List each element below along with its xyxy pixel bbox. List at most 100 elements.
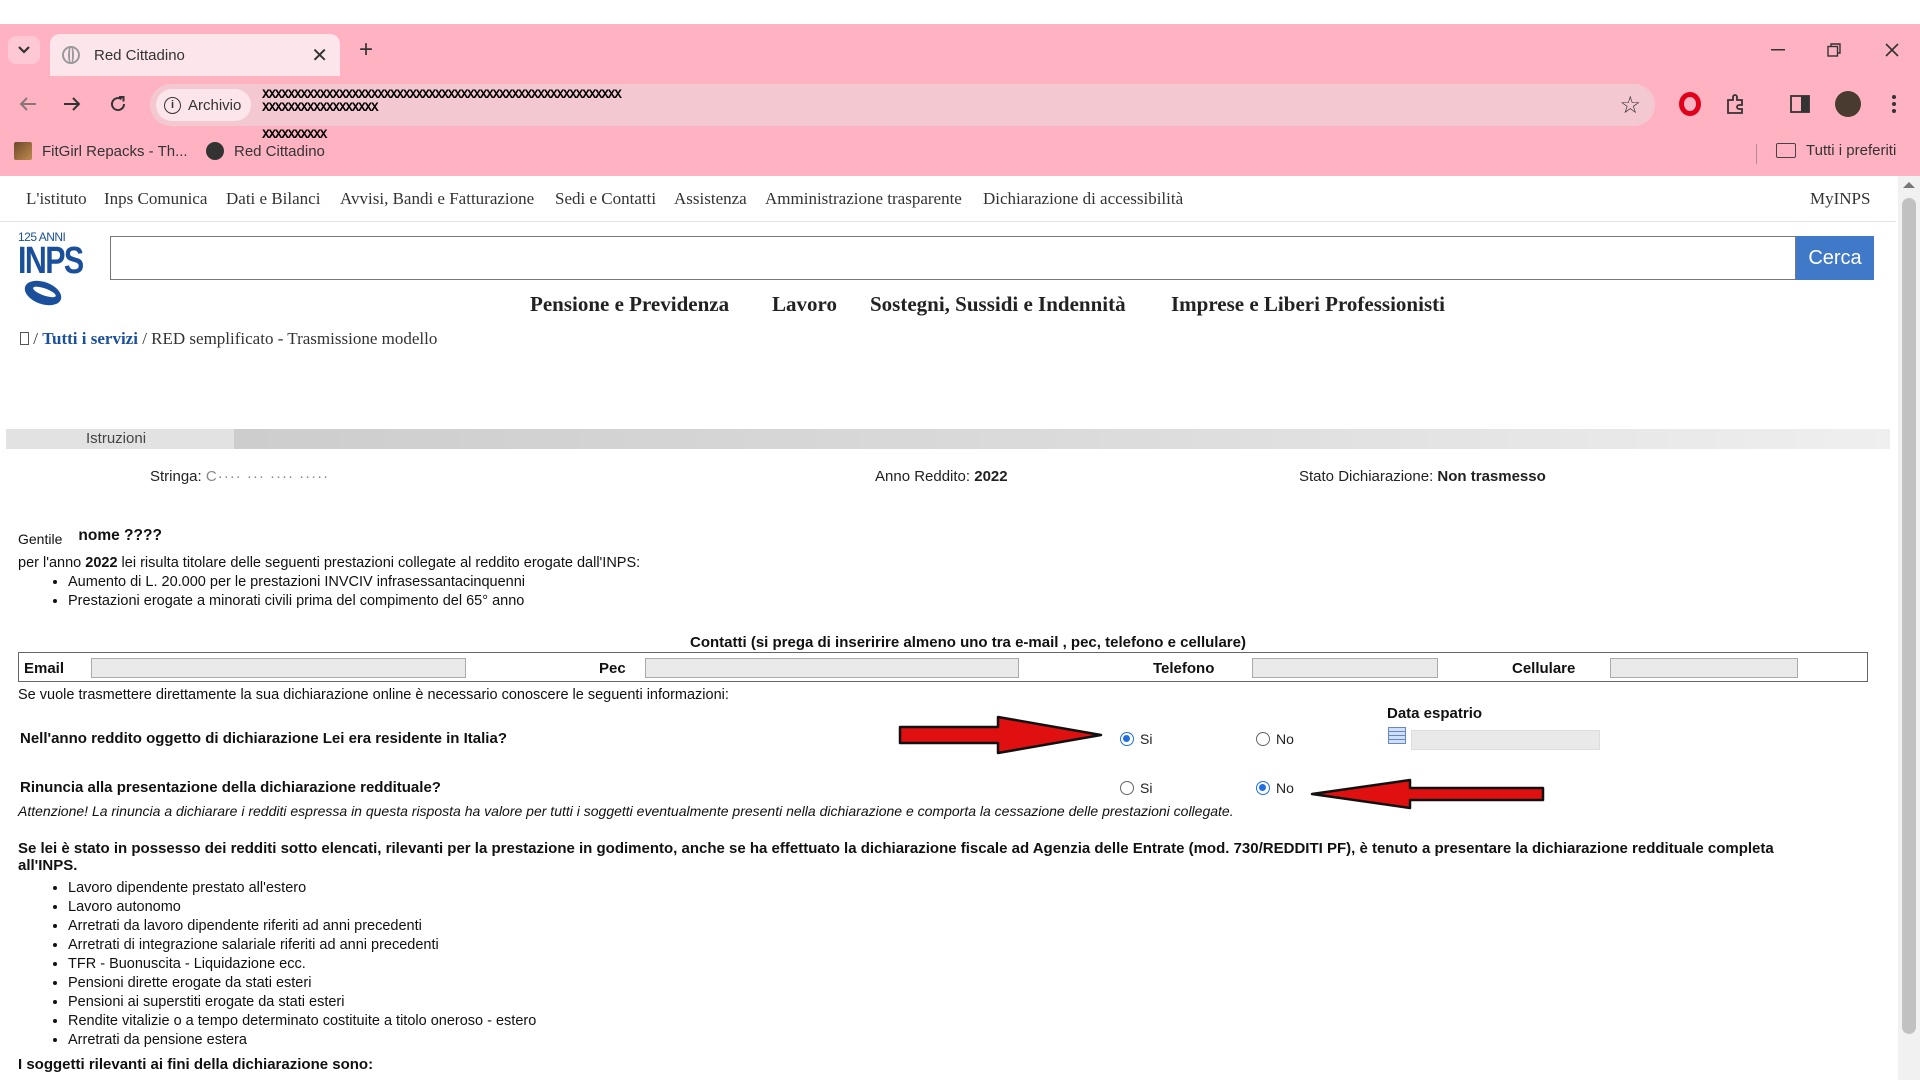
fitgirl-favicon-icon xyxy=(14,142,32,160)
redditi-list-container: Lavoro dipendente prestato all'estero La… xyxy=(18,879,536,1050)
topnav-sedi-contatti[interactable]: Sedi e Contatti xyxy=(555,189,656,209)
q1-label: Nell'anno reddito oggetto di dichiarazio… xyxy=(20,730,507,747)
pec-label: Pec xyxy=(599,660,626,677)
topnav-myinps[interactable]: MyINPS xyxy=(1810,189,1870,209)
anno-value: 2022 xyxy=(974,468,1008,485)
data-espatrio-field[interactable] xyxy=(1411,730,1600,750)
list-item: Arretrati da lavoro dipendente riferiti … xyxy=(68,917,536,936)
search-input[interactable] xyxy=(110,236,1796,280)
browser-toolbar: i Archivio XXXXXXXXXXXXXXXXXXXXXXXXXXXXX… xyxy=(0,76,1920,141)
address-bar[interactable]: i Archivio XXXXXXXXXXXXXXXXXXXXXXXXXXXXX… xyxy=(150,84,1655,141)
info-icon: i xyxy=(164,96,181,114)
inps-logo[interactable]: 125 ANNI INPS xyxy=(18,230,84,314)
close-tab-icon[interactable]: ✕ xyxy=(311,43,328,68)
bookmark-red-cittadino[interactable]: Red Cittadino xyxy=(206,142,325,160)
radio-label: Si xyxy=(1140,731,1153,747)
home-icon[interactable] xyxy=(20,332,29,345)
topnav-dati-bilanci[interactable]: Dati e Bilanci xyxy=(226,189,320,209)
radio-unselected-icon xyxy=(1256,732,1270,746)
topnav-amministrazione-trasparente[interactable]: Amministrazione trasparente xyxy=(765,189,962,209)
mainnav-sostegni[interactable]: Sostegni, Sussidi e Indennità xyxy=(870,292,1126,317)
list-item: Aumento di L. 20.000 per le prestazioni … xyxy=(68,573,640,592)
restore-icon[interactable] xyxy=(1814,36,1854,64)
topnav-avvisi-bandi[interactable]: Avvisi, Bandi e Fatturazione xyxy=(340,189,534,209)
list-item: Lavoro autonomo xyxy=(68,898,536,917)
topnav-accessibilita[interactable]: Dichiarazione di accessibilità xyxy=(983,189,1183,209)
intro-pre: per l'anno xyxy=(18,555,86,571)
breadcrumb-tutti-servizi[interactable]: Tutti i servizi xyxy=(42,329,138,348)
folder-icon xyxy=(1776,143,1796,158)
redditi-intro: Se lei è stato in possesso dei redditi s… xyxy=(18,840,1774,874)
q2-radio-no[interactable]: No xyxy=(1256,780,1294,796)
rinuncia-warning: Attenzione! La rinuncia a dichiarare i r… xyxy=(18,803,1234,819)
chevron-down-icon xyxy=(18,46,30,54)
list-item: Arretrati di integrazione salariale rife… xyxy=(68,936,536,955)
side-panel-icon[interactable] xyxy=(1784,88,1816,120)
scroll-up-icon[interactable] xyxy=(1903,182,1915,188)
radio-selected-icon xyxy=(1120,732,1134,746)
q1-radio-si[interactable]: Si xyxy=(1120,731,1152,747)
q2-radio-si[interactable]: Si xyxy=(1120,780,1152,796)
stato-value: Non trasmesso xyxy=(1437,468,1546,485)
topnav-inps-comunica[interactable]: Inps Comunica xyxy=(104,189,207,209)
search-button[interactable]: Cerca xyxy=(1796,236,1874,280)
prestazioni-list: Aumento di L. 20.000 per le prestazioni … xyxy=(18,573,640,611)
page-scrollbar[interactable] xyxy=(1898,176,1920,1080)
online-info-text: Se vuole trasmettere direttamente la sua… xyxy=(18,687,729,703)
all-bookmarks-label: Tutti i preferiti xyxy=(1806,142,1897,159)
menu-kebab-icon[interactable] xyxy=(1878,88,1910,120)
stringa-value: C···· ··· ···· ····· xyxy=(205,468,330,485)
stato-label: Stato Dichiarazione: xyxy=(1299,468,1438,485)
site-chip-label: Archivio xyxy=(188,96,242,114)
profile-avatar[interactable] xyxy=(1832,88,1864,120)
new-tab-button[interactable]: + xyxy=(352,36,380,64)
q1-radio-no[interactable]: No xyxy=(1256,731,1294,747)
cellulare-field[interactable] xyxy=(1610,658,1798,678)
stringa-info: Stringa: C···· ··· ···· ····· xyxy=(150,468,329,485)
scroll-thumb[interactable] xyxy=(1902,198,1916,1034)
list-item: Pensioni dirette erogate da stati esteri xyxy=(68,974,536,993)
redditi-list: Lavoro dipendente prestato all'estero La… xyxy=(18,879,536,1050)
bookmark-star-icon[interactable]: ☆ xyxy=(1619,91,1641,120)
intro-text: per l'anno 2022 lei risulta titolare del… xyxy=(18,555,640,611)
topnav-istituto[interactable]: L'istituto xyxy=(26,189,87,209)
step-progress-bar: Istruzioni xyxy=(6,429,1890,449)
extensions-puzzle-icon[interactable] xyxy=(1720,88,1752,120)
radio-selected-icon xyxy=(1256,781,1270,795)
browser-tab[interactable]: Red Cittadino ✕ xyxy=(50,34,340,76)
site-info-chip[interactable]: i Archivio xyxy=(156,89,252,121)
list-item: Rendite vitalizie o a tempo determinato … xyxy=(68,1012,536,1031)
bookmark-label: FitGirl Repacks - Th... xyxy=(42,142,188,160)
globe-icon xyxy=(206,142,224,160)
back-icon[interactable] xyxy=(10,86,46,122)
mainnav-pensione[interactable]: Pensione e Previdenza xyxy=(530,292,729,317)
breadcrumb: / Tutti i servizi / RED semplificato - T… xyxy=(20,329,437,349)
radio-label: No xyxy=(1276,731,1294,747)
reload-icon[interactable] xyxy=(100,86,136,122)
q2-label: Rinuncia alla presentazione della dichia… xyxy=(20,779,441,796)
pec-field[interactable] xyxy=(645,658,1019,678)
radio-unselected-icon xyxy=(1120,781,1134,795)
calendar-icon[interactable] xyxy=(1388,727,1406,744)
browser-chrome: Red Cittadino ✕ + i Archivio XXXXXXXXXXX… xyxy=(0,24,1920,176)
tab-search-button[interactable] xyxy=(8,36,40,64)
bookmark-label: Red Cittadino xyxy=(234,142,325,160)
telefono-field[interactable] xyxy=(1252,658,1438,678)
contacts-title: Contatti (si prega di inseririre almeno … xyxy=(690,634,1246,651)
top-navigation: L'istituto Inps Comunica Dati e Bilanci … xyxy=(0,176,1896,222)
close-window-icon[interactable] xyxy=(1872,36,1912,64)
opera-extension-icon[interactable] xyxy=(1674,88,1706,120)
soggetti-heading: I soggetti rilevanti ai fini della dichi… xyxy=(18,1056,374,1073)
bookmark-fitgirl[interactable]: FitGirl Repacks - Th... xyxy=(14,142,188,160)
email-field[interactable] xyxy=(91,658,466,678)
all-bookmarks-folder[interactable]: Tutti i preferiti xyxy=(1776,142,1896,159)
radio-label: Si xyxy=(1140,780,1153,796)
step-istruzioni[interactable]: Istruzioni xyxy=(6,429,234,449)
list-item: TFR - Buonuscita - Liquidazione ecc. xyxy=(68,955,536,974)
minimize-icon[interactable] xyxy=(1758,36,1798,64)
forward-icon[interactable] xyxy=(54,86,90,122)
mainnav-lavoro[interactable]: Lavoro xyxy=(772,292,837,317)
contacts-box: Email Pec Telefono Cellulare xyxy=(18,652,1868,682)
mainnav-imprese[interactable]: Imprese e Liberi Professionisti xyxy=(1171,292,1445,317)
topnav-assistenza[interactable]: Assistenza xyxy=(674,189,747,209)
